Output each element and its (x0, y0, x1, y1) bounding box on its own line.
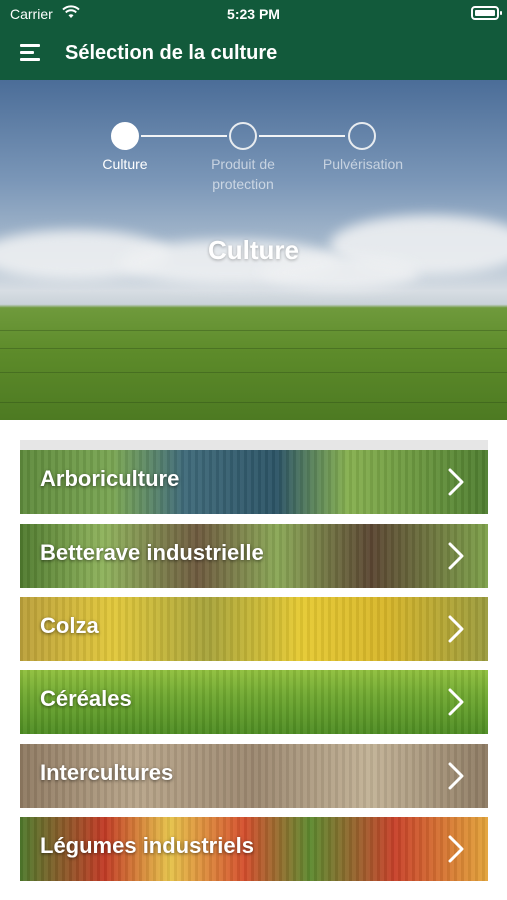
crop-item-legumes-industriels[interactable]: Légumes industriels (20, 817, 488, 881)
status-bar: Carrier 5:23 PM (0, 0, 507, 28)
step-dot-produit (229, 122, 257, 150)
chevron-right-icon (448, 688, 464, 716)
clock: 5:23 PM (227, 6, 280, 22)
crop-label: Betterave industrielle (40, 540, 264, 565)
crop-label: Légumes industriels (40, 833, 254, 858)
chevron-right-icon (448, 615, 464, 643)
chevron-right-icon (448, 762, 464, 790)
crop-item-betterave-industrielle[interactable]: Betterave industrielle (20, 524, 488, 588)
crop-item-arboriculture[interactable]: Arboriculture (20, 450, 488, 514)
crop-item-cereales[interactable]: Céréales (20, 670, 488, 734)
step-dot-culture (111, 122, 139, 150)
step-label-produit: Produit de protection (211, 156, 275, 192)
hero-banner: Culture Produit de protection Pulvérisat… (0, 80, 507, 420)
hero-title: Culture (208, 235, 299, 265)
battery-icon (471, 6, 502, 20)
progress-stepper: Culture Produit de protection Pulvérisat… (0, 122, 507, 202)
page-title: Sélection de la culture (65, 42, 278, 64)
step-label-culture: Culture (102, 156, 148, 172)
crop-label: Colza (40, 613, 99, 638)
crop-label: Arboriculture (40, 466, 180, 491)
crop-item-colza[interactable]: Colza (20, 597, 488, 661)
step-dot-pulverisation (348, 122, 376, 150)
chevron-right-icon (448, 835, 464, 863)
crop-item-intercultures[interactable]: Intercultures (20, 744, 488, 808)
step-connector (141, 135, 227, 137)
step-connector (259, 135, 345, 137)
menu-icon[interactable] (20, 44, 44, 64)
crop-label: Céréales (40, 686, 132, 711)
step-label-pulverisation: Pulvérisation (322, 156, 404, 172)
chevron-right-icon (448, 468, 464, 496)
crop-label: Intercultures (40, 760, 174, 785)
nav-bar: Sélection de la culture (0, 28, 507, 80)
chevron-right-icon (448, 542, 464, 570)
